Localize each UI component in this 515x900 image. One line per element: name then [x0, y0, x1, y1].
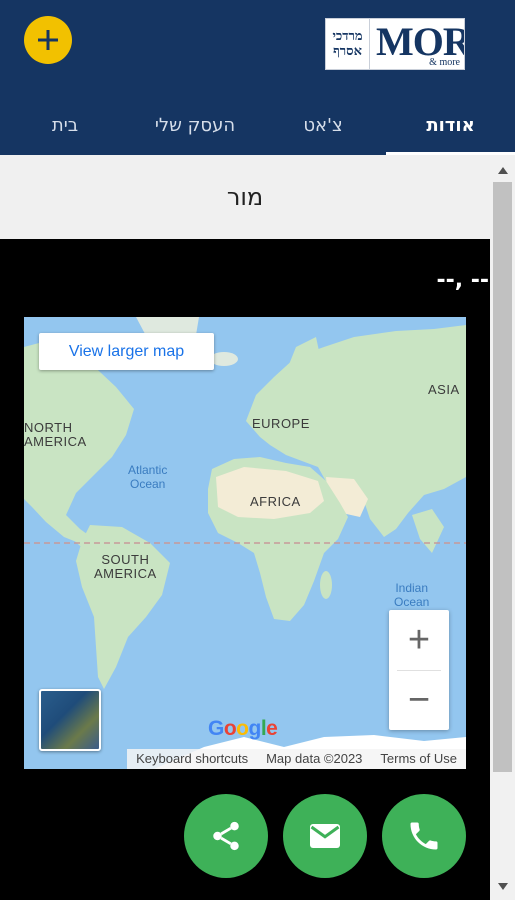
- label-africa: AFRICA: [250, 494, 301, 509]
- plus-icon: [38, 30, 58, 50]
- share-icon: [213, 821, 239, 851]
- label-atlantic-ocean: Atlantic Ocean: [128, 463, 168, 491]
- date-text: -- ,--: [436, 268, 489, 293]
- logo-brand: MOR & more: [370, 19, 464, 69]
- logo-brand-suffix: & more: [429, 57, 460, 68]
- tab-bar: אודות צ'אט העסק שלי בית: [0, 96, 515, 155]
- tab-chat[interactable]: צ'אט: [273, 96, 373, 155]
- logo-hebrew-name: מרדכי אסרף: [326, 19, 370, 69]
- scroll-up-arrow-icon[interactable]: [498, 167, 508, 174]
- add-button[interactable]: [24, 16, 72, 64]
- tab-home[interactable]: בית: [20, 96, 110, 155]
- google-logo: Google: [208, 717, 278, 740]
- zoom-in-button[interactable]: +: [389, 610, 449, 670]
- map-type-toggle[interactable]: [39, 689, 101, 751]
- label-asia: ASIA: [428, 382, 460, 397]
- label-south-america: SOUTH AMERICA: [94, 552, 157, 581]
- scroll-down-arrow-icon[interactable]: [498, 883, 508, 890]
- share-button[interactable]: [184, 794, 268, 878]
- scrollbar-thumb[interactable]: [493, 182, 512, 772]
- company-logo[interactable]: מרדכי אסרף MOR & more: [325, 18, 465, 70]
- embedded-map[interactable]: View larger map NORTH AMERICA EUROPE ASI…: [24, 317, 466, 769]
- terms-of-use-link[interactable]: Terms of Use: [371, 749, 466, 769]
- map-zoom-control: + −: [389, 610, 449, 730]
- view-larger-map-link[interactable]: View larger map: [39, 333, 214, 370]
- map-attribution: Keyboard shortcuts Map data ©2023 Terms …: [127, 749, 466, 769]
- phone-button[interactable]: [382, 794, 466, 878]
- label-europe: EUROPE: [252, 416, 310, 431]
- tab-my-business[interactable]: העסק שלי: [130, 96, 260, 155]
- logo-hebrew-line2: אסרף: [333, 44, 362, 59]
- keyboard-shortcuts-link[interactable]: Keyboard shortcuts: [127, 749, 257, 769]
- tab-about[interactable]: אודות: [386, 96, 515, 155]
- page-title: מור: [0, 155, 490, 239]
- logo-hebrew-line1: מרדכי: [332, 29, 363, 44]
- zoom-separator: [397, 670, 441, 671]
- zoom-out-button[interactable]: −: [389, 670, 449, 730]
- label-indian-ocean: Indian Ocean: [394, 581, 430, 609]
- phone-icon: [410, 822, 438, 850]
- map-data-text: Map data ©2023: [266, 751, 363, 766]
- label-north-america: NORTH AMERICA: [24, 420, 87, 449]
- app-header: מרדכי אסרף MOR & more אודות צ'אט העסק של…: [0, 0, 515, 155]
- vertical-scrollbar[interactable]: [490, 155, 515, 900]
- email-button[interactable]: [283, 794, 367, 878]
- email-icon: [310, 824, 340, 848]
